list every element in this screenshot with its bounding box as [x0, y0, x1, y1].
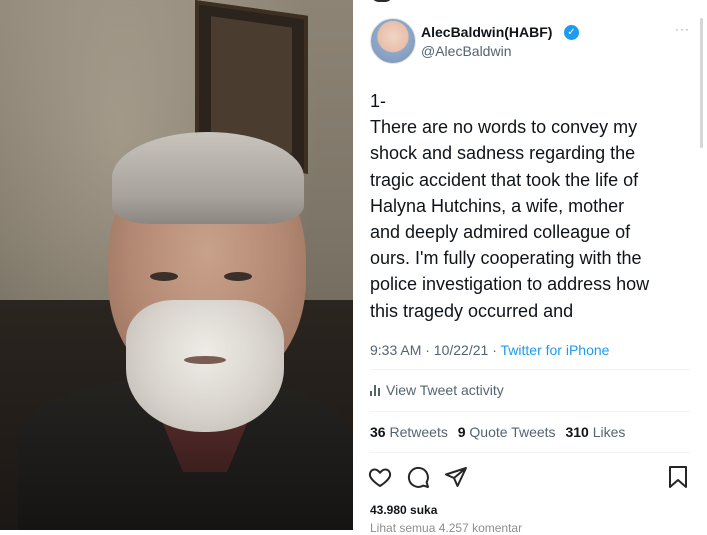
avatar[interactable] — [370, 18, 416, 64]
bar-chart-icon — [370, 385, 380, 396]
view-tweet-activity-link[interactable]: View Tweet activity — [370, 382, 504, 398]
divider — [370, 452, 690, 453]
tweet-text-line: and deeply admired colleague of — [370, 222, 631, 243]
tweet-text-line: this tragedy occurred and — [370, 300, 574, 321]
user-handle[interactable]: @AlecBaldwin — [421, 43, 511, 59]
heart-icon[interactable] — [367, 465, 393, 489]
tweet-panel: AlecBaldwin(HABF) ✓ @AlecBaldwin ··· 1- … — [353, 0, 707, 535]
person-eye-left — [150, 272, 178, 281]
display-name[interactable]: AlecBaldwin(HABF) — [421, 24, 552, 40]
retweets-count: 36 — [370, 424, 386, 440]
person-eye-right — [224, 272, 252, 281]
tweet-time[interactable]: 9:33 AM · 10/22/21 · — [370, 342, 501, 358]
likes-label: Likes — [592, 424, 626, 440]
post-action-bar — [367, 465, 693, 491]
activity-label: View Tweet activity — [386, 382, 504, 398]
person-hair — [112, 132, 304, 224]
share-icon[interactable] — [443, 465, 469, 489]
tweet-text-line: police investigation to address how — [370, 274, 650, 295]
divider — [370, 369, 690, 370]
bookmark-icon[interactable] — [667, 465, 689, 489]
view-all-comments-link[interactable]: Lihat semua 4.257 komentar — [370, 521, 522, 535]
retweets-stat[interactable]: 36 Retweets — [370, 424, 448, 440]
retweets-label: Retweets — [389, 424, 448, 440]
tweet-timestamp: 9:33 AM · 10/22/21 · Twitter for iPhone — [370, 342, 609, 358]
quotes-label: Quote Tweets — [469, 424, 556, 440]
divider — [370, 411, 690, 412]
verified-icon: ✓ — [564, 25, 579, 40]
tweet-source-link[interactable]: Twitter for iPhone — [501, 342, 610, 358]
scrollbar[interactable] — [700, 18, 703, 148]
comment-icon[interactable] — [405, 465, 431, 489]
video-still-photo — [0, 0, 353, 530]
tweet-text-line: 1- — [370, 91, 387, 111]
tweet-stats: 36 Retweets 9 Quote Tweets 310 Likes — [370, 424, 631, 440]
likes-stat[interactable]: 310 Likes — [565, 424, 625, 440]
person-mouth — [184, 356, 226, 364]
tweet-text-line: tragic accident that took the life of — [370, 169, 639, 190]
post-likes-count[interactable]: 43.980 suka — [370, 503, 437, 517]
likes-count: 310 — [565, 424, 589, 440]
tweet-text-line: shock and sadness regarding the — [370, 143, 636, 164]
tweet-text-line: Halyna Hutchins, a wife, mother — [370, 195, 625, 216]
person-beard — [126, 300, 284, 432]
quote-tweets-stat[interactable]: 9 Quote Tweets — [458, 424, 556, 440]
cropped-avatar-edge — [371, 0, 393, 2]
tweet-text: 1- There are no words to convey my shock… — [370, 88, 690, 324]
tweet-text-line: ours. I'm fully cooperating with the — [370, 248, 642, 269]
quotes-count: 9 — [457, 424, 466, 440]
tweet-text-line: There are no words to convey my — [370, 117, 638, 138]
more-options-icon[interactable]: ··· — [675, 22, 690, 36]
